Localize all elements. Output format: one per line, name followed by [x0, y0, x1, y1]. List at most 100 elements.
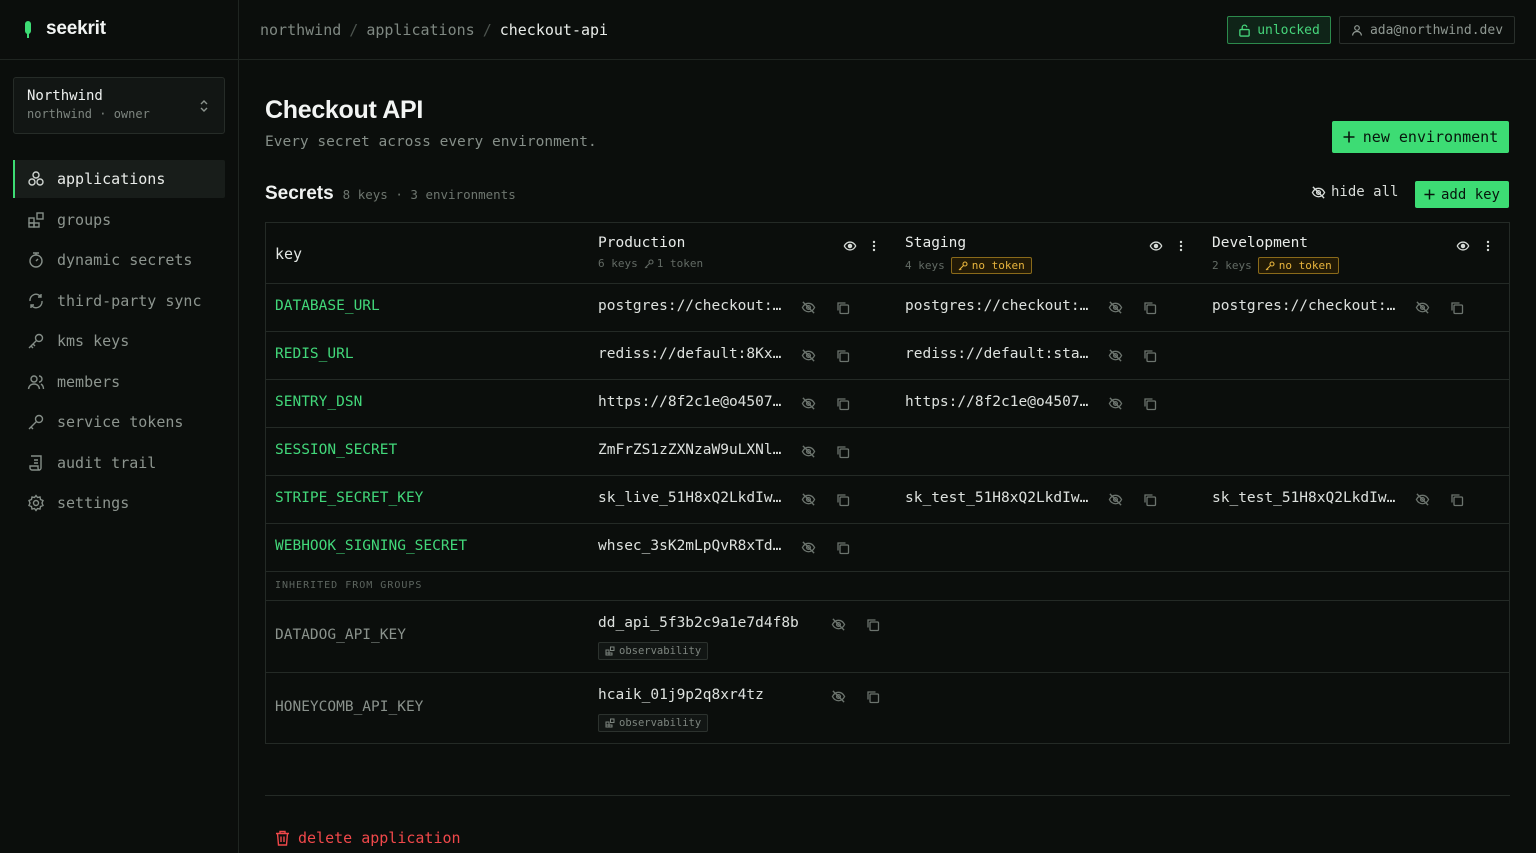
copy-icon[interactable] — [866, 618, 880, 632]
secret-value-cell: https://8f2c1e@o4507… — [905, 394, 1088, 410]
secret-value[interactable]: rediss://default:sta… — [905, 346, 1088, 362]
more-vertical-icon[interactable] — [1486, 239, 1490, 253]
copy-icon[interactable] — [836, 301, 850, 315]
secret-value[interactable]: rediss://default:8Kx… — [598, 346, 781, 362]
secret-value-cell: postgres://checkout:… — [905, 298, 1088, 314]
eye-icon[interactable] — [843, 239, 857, 253]
more-vertical-icon[interactable] — [872, 239, 876, 253]
secret-key[interactable]: SESSION_SECRET — [275, 442, 397, 458]
add-key-button[interactable]: add key — [1415, 181, 1509, 208]
env-token-count: 1 token — [644, 257, 703, 270]
group-tag[interactable]: observability — [598, 714, 709, 732]
hide-all-button[interactable]: hide all — [1311, 184, 1398, 200]
delete-application-button[interactable]: delete application — [275, 829, 461, 847]
env-meta: 6 keys 1 token — [598, 257, 703, 270]
eye-icon[interactable] — [1149, 239, 1163, 253]
sidebar-item-third-party-sync[interactable]: third-party sync — [13, 282, 225, 320]
secret-key[interactable]: SENTRY_DSN — [275, 394, 362, 410]
breadcrumb-item[interactable]: northwind — [260, 21, 341, 39]
sidebar-item-members[interactable]: members — [13, 363, 225, 401]
copy-icon[interactable] — [866, 690, 880, 704]
eye-off-icon[interactable] — [801, 300, 816, 315]
no-token-badge: no token — [950, 257, 1032, 274]
eye-off-icon[interactable] — [1415, 300, 1430, 315]
eye-off-icon[interactable] — [801, 444, 816, 459]
new-environment-button[interactable]: new environment — [1332, 121, 1509, 153]
secret-value-cell: rediss://default:8Kx… — [598, 346, 781, 362]
secret-value[interactable]: dd_api_5f3b2c9a1e7d4f8b — [598, 615, 799, 631]
secret-value[interactable]: whsec_3sK2mLpQvR8xTd… — [598, 538, 781, 554]
no-token-label: no token — [1278, 259, 1332, 272]
eye-off-icon[interactable] — [1108, 492, 1123, 507]
secret-value-cell: whsec_3sK2mLpQvR8xTd… — [598, 538, 781, 554]
hide-all-label: hide all — [1331, 184, 1399, 200]
eye-off-icon[interactable] — [1415, 492, 1430, 507]
brand-name: seekrit — [46, 18, 106, 39]
sidebar-item-groups[interactable]: groups — [13, 201, 225, 239]
sidebar-item-service-tokens[interactable]: service tokens — [13, 403, 225, 441]
secret-value[interactable]: postgres://checkout:… — [905, 298, 1088, 314]
sidebar-item-settings[interactable]: settings — [13, 484, 225, 522]
eye-icon[interactable] — [1456, 239, 1470, 253]
copy-icon[interactable] — [1143, 349, 1157, 363]
copy-icon[interactable] — [836, 445, 850, 459]
env-column-development: Development 2 keys no token — [1212, 223, 1518, 284]
brand-logo-icon — [25, 21, 31, 38]
breadcrumb-item[interactable]: applications — [366, 21, 474, 39]
inherited-secret-key[interactable]: HONEYCOMB_API_KEY — [275, 699, 423, 715]
eye-off-icon[interactable] — [1108, 348, 1123, 363]
copy-icon[interactable] — [1450, 493, 1464, 507]
inherited-section-header: INHERITED FROM GROUPS — [266, 571, 1509, 601]
workspace-switcher[interactable]: Northwind northwind · owner — [13, 77, 225, 134]
copy-icon[interactable] — [1143, 301, 1157, 315]
breadcrumb: northwind / applications / checkout-api — [260, 21, 608, 39]
copy-icon[interactable] — [836, 397, 850, 411]
sidebar: seekrit Northwind northwind · owner appl… — [0, 0, 239, 853]
secret-key[interactable]: DATABASE_URL — [275, 298, 380, 314]
secret-value[interactable]: https://8f2c1e@o4507… — [905, 394, 1088, 410]
secret-value[interactable]: sk_test_51H8xQ2LkdIw… — [905, 490, 1088, 506]
vault-lock-status[interactable]: unlocked — [1227, 16, 1331, 44]
copy-icon[interactable] — [836, 349, 850, 363]
no-token-label: no token — [971, 259, 1025, 272]
copy-icon[interactable] — [836, 541, 850, 555]
secret-value[interactable]: https://8f2c1e@o4507… — [598, 394, 781, 410]
eye-off-icon[interactable] — [801, 540, 816, 555]
user-menu[interactable]: ada@northwind.dev — [1339, 16, 1515, 44]
secret-value[interactable]: postgres://checkout:… — [598, 298, 781, 314]
secret-value[interactable]: ZmFrZS1zZXNzaW9uLXNl… — [598, 442, 781, 458]
key-column-header: key — [275, 245, 303, 263]
eye-off-icon[interactable] — [801, 396, 816, 411]
workspace-sub: northwind · owner — [27, 107, 150, 121]
secret-value[interactable]: sk_test_51H8xQ2LkdIw… — [1212, 490, 1395, 506]
secret-key[interactable]: REDIS_URL — [275, 346, 354, 362]
secret-value[interactable]: sk_live_51H8xQ2LkdIw… — [598, 490, 781, 506]
eye-off-icon[interactable] — [831, 689, 846, 704]
env-token-label: 1 token — [656, 257, 704, 270]
sidebar-item-kms-keys[interactable]: kms keys — [13, 322, 225, 360]
secret-key[interactable]: WEBHOOK_SIGNING_SECRET — [275, 538, 467, 554]
lock-status-label: unlocked — [1257, 22, 1320, 38]
copy-icon[interactable] — [1143, 397, 1157, 411]
brand[interactable]: seekrit — [20, 18, 106, 40]
new-environment-label: new environment — [1362, 128, 1499, 146]
copy-icon[interactable] — [836, 493, 850, 507]
copy-icon[interactable] — [1143, 493, 1157, 507]
secret-key[interactable]: STRIPE_SECRET_KEY — [275, 490, 423, 506]
inherited-secret-key[interactable]: DATADOG_API_KEY — [275, 627, 406, 643]
sidebar-item-dynamic-secrets[interactable]: dynamic secrets — [13, 241, 225, 279]
copy-icon[interactable] — [1450, 301, 1464, 315]
secret-value[interactable]: hcaik_01j9p2q8xr4tz — [598, 687, 764, 703]
eye-off-icon[interactable] — [801, 348, 816, 363]
secret-value-cell: sk_test_51H8xQ2LkdIw… — [1212, 490, 1395, 506]
more-vertical-icon[interactable] — [1179, 239, 1183, 253]
eye-off-icon[interactable] — [1108, 300, 1123, 315]
sidebar-item-audit-trail[interactable]: audit trail — [13, 444, 225, 482]
eye-off-icon[interactable] — [801, 492, 816, 507]
eye-off-icon[interactable] — [1108, 396, 1123, 411]
secret-value[interactable]: postgres://checkout:… — [1212, 298, 1395, 314]
eye-off-icon[interactable] — [831, 617, 846, 632]
env-key-count: 4 keys — [905, 259, 945, 272]
group-tag[interactable]: observability — [598, 642, 709, 660]
sidebar-item-applications[interactable]: applications — [13, 160, 225, 198]
